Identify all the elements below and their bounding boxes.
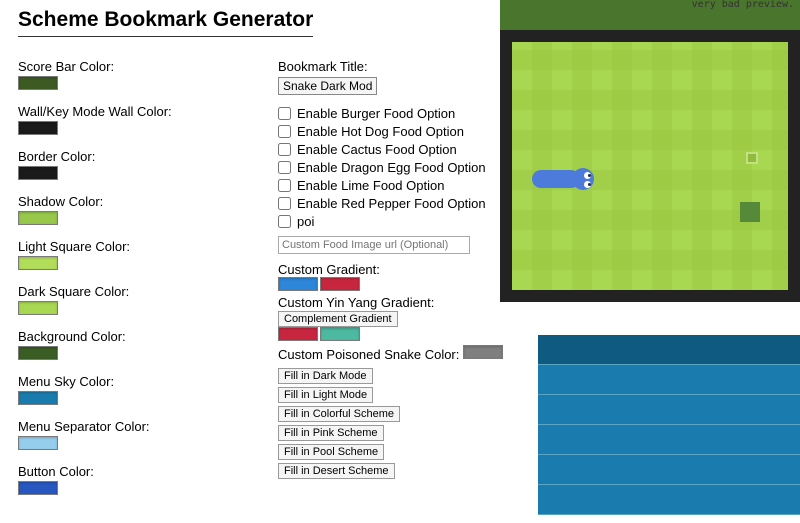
food-option-checkbox[interactable] — [278, 215, 291, 228]
snake-pupil — [588, 174, 591, 177]
food-option-label: Enable Hot Dog Food Option — [297, 124, 464, 139]
food-option-label: Enable Red Pepper Food Option — [297, 196, 486, 211]
custom-gradient-label: Custom Gradient: — [278, 262, 503, 277]
food-option-row[interactable]: Enable Lime Food Option — [278, 178, 503, 193]
color-field-label: Menu Sky Color: — [18, 374, 248, 389]
color-field-label: Shadow Color: — [18, 194, 248, 209]
fill-scheme-button[interactable]: Fill in Desert Scheme — [278, 463, 395, 479]
fill-scheme-button[interactable]: Fill in Dark Mode — [278, 368, 373, 384]
custom-gradient-color-2[interactable] — [320, 277, 360, 291]
menu-stripe — [538, 365, 800, 395]
food-option-row[interactable]: Enable Dragon Egg Food Option — [278, 160, 503, 175]
poisoned-color-label: Custom Poisoned Snake Color: — [278, 347, 459, 362]
color-swatch[interactable] — [18, 121, 58, 135]
menu-preview-panel — [538, 335, 800, 515]
food-option-label: poi — [297, 214, 314, 229]
food-option-row[interactable]: poi — [278, 214, 503, 229]
snake-head — [572, 168, 594, 190]
food-option-checkbox[interactable] — [278, 107, 291, 120]
preview-panel: very bad preview. — [500, 0, 800, 302]
fill-scheme-button[interactable]: Fill in Pink Scheme — [278, 425, 384, 441]
bookmark-title-label: Bookmark Title: — [278, 59, 503, 74]
color-swatch[interactable] — [18, 481, 58, 495]
color-swatch[interactable] — [18, 211, 58, 225]
bookmark-title-input[interactable]: Snake Dark Mod — [278, 77, 377, 95]
food-option-row[interactable]: Enable Burger Food Option — [278, 106, 503, 121]
yin-yang-label: Custom Yin Yang Gradient: — [278, 295, 434, 310]
snake-pupil — [588, 183, 591, 186]
food-option-checkbox[interactable] — [278, 197, 291, 210]
fill-scheme-button[interactable]: Fill in Pool Scheme — [278, 444, 384, 460]
food-item — [740, 202, 760, 222]
food-option-checkbox[interactable] — [278, 125, 291, 138]
food-option-row[interactable]: Enable Cactus Food Option — [278, 142, 503, 157]
page-title: Scheme Bookmark Generator — [18, 8, 313, 37]
yin-yang-color-2[interactable] — [320, 327, 360, 341]
food-option-label: Enable Lime Food Option — [297, 178, 444, 193]
color-field-label: Light Square Color: — [18, 239, 248, 254]
color-swatch[interactable] — [18, 346, 58, 360]
preview-game-area — [500, 30, 800, 302]
fill-scheme-button[interactable]: Fill in Light Mode — [278, 387, 373, 403]
color-swatch[interactable] — [18, 436, 58, 450]
game-board — [512, 42, 788, 290]
color-swatch[interactable] — [18, 76, 58, 90]
food-option-label: Enable Cactus Food Option — [297, 142, 457, 157]
food-item — [746, 152, 758, 164]
yin-yang-color-1[interactable] — [278, 327, 318, 341]
color-swatch[interactable] — [18, 256, 58, 270]
poisoned-color-swatch[interactable] — [463, 345, 503, 359]
complement-gradient-button[interactable]: Complement Gradient — [278, 311, 398, 327]
fill-scheme-button[interactable]: Fill in Colorful Scheme — [278, 406, 400, 422]
left-column: Score Bar Color: Wall/Key Mode Wall Color… — [18, 59, 248, 509]
color-field-label: Button Color: — [18, 464, 248, 479]
food-option-checkbox[interactable] — [278, 143, 291, 156]
menu-stripe — [538, 455, 800, 485]
custom-gradient-color-1[interactable] — [278, 277, 318, 291]
preview-caption: very bad preview. — [692, 0, 794, 10]
mid-column: Bookmark Title: Snake Dark Mod Enable Bu… — [278, 59, 503, 509]
food-option-label: Enable Burger Food Option — [297, 106, 455, 121]
food-option-row[interactable]: Enable Hot Dog Food Option — [278, 124, 503, 139]
menu-stripe — [538, 395, 800, 425]
food-option-row[interactable]: Enable Red Pepper Food Option — [278, 196, 503, 211]
color-field-label: Background Color: — [18, 329, 248, 344]
color-field-label: Menu Separator Color: — [18, 419, 248, 434]
food-option-checkbox[interactable] — [278, 179, 291, 192]
menu-stripe — [538, 485, 800, 515]
menu-stripe — [538, 335, 800, 365]
color-swatch[interactable] — [18, 301, 58, 315]
color-field-label: Score Bar Color: — [18, 59, 248, 74]
color-field-label: Dark Square Color: — [18, 284, 248, 299]
color-swatch[interactable] — [18, 166, 58, 180]
food-option-label: Enable Dragon Egg Food Option — [297, 160, 486, 175]
color-field-label: Wall/Key Mode Wall Color: — [18, 104, 248, 119]
menu-stripe — [538, 425, 800, 455]
food-option-checkbox[interactable] — [278, 161, 291, 174]
color-field-label: Border Color: — [18, 149, 248, 164]
color-swatch[interactable] — [18, 391, 58, 405]
custom-food-url-input[interactable] — [278, 236, 470, 254]
